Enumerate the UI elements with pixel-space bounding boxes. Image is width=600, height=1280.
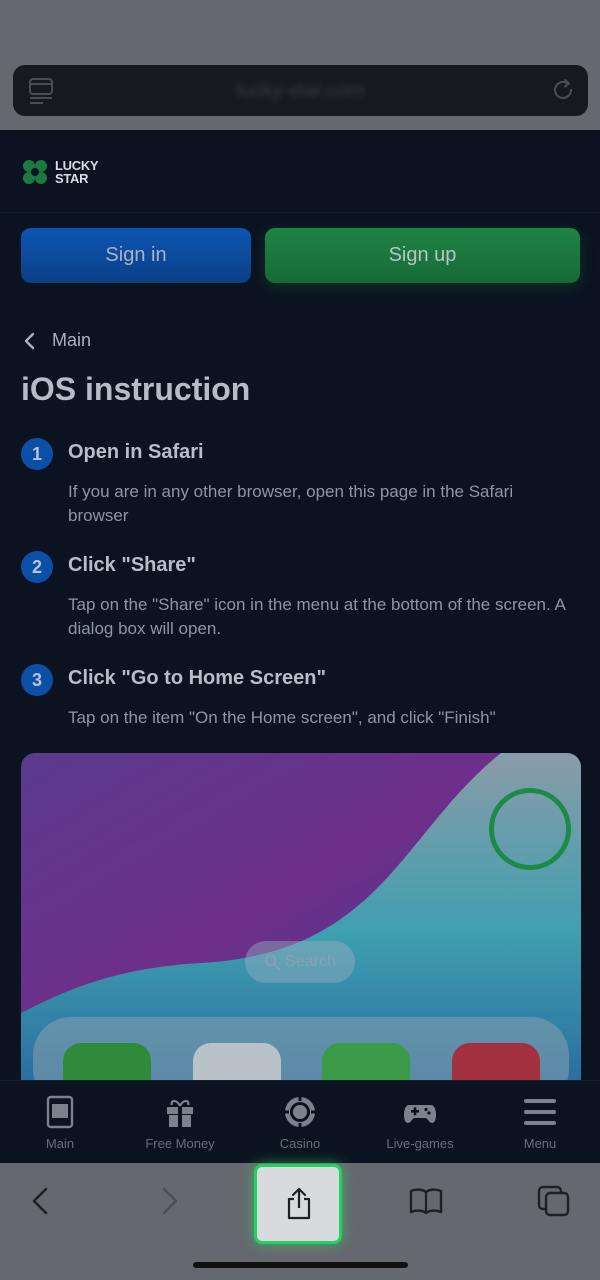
gamepad-icon — [404, 1105, 436, 1123]
share-button[interactable] — [254, 1164, 342, 1244]
search-icon — [264, 954, 281, 970]
step-heading: Open in Safari — [68, 441, 204, 463]
breadcrumb[interactable]: Main — [22, 330, 91, 351]
logo-text: LUCKY STAR — [55, 158, 99, 186]
step-number: 2 — [21, 551, 53, 583]
music-app-icon — [452, 1043, 540, 1080]
breadcrumb-label: Main — [52, 330, 92, 350]
site-logo[interactable]: LUCKY STAR — [20, 156, 99, 188]
back-icon[interactable] — [30, 1187, 50, 1215]
step-heading: Click "Go to Home Screen" — [68, 667, 326, 689]
site-header: LUCKY STAR — [0, 130, 600, 213]
nav-item-free-money[interactable]: Free Money — [120, 1081, 240, 1164]
url-text[interactable]: lucky-star.com — [13, 80, 588, 103]
home-indicator — [193, 1262, 408, 1268]
sign-up-button[interactable]: Sign up — [265, 228, 580, 283]
nav-item-casino[interactable]: Casino — [240, 1081, 360, 1164]
messages-app-icon — [322, 1043, 410, 1080]
nav-item-menu[interactable]: Menu — [480, 1081, 600, 1164]
gift-icon — [167, 1099, 193, 1127]
step-number: 3 — [21, 664, 53, 696]
highlight-ring — [489, 788, 571, 870]
clover-logo-icon — [23, 160, 47, 184]
main-icon — [46, 1095, 74, 1129]
step-heading: Click "Share" — [68, 554, 196, 576]
reload-icon[interactable] — [550, 77, 576, 103]
search-label: Search — [285, 953, 336, 970]
step-description: Tap on the item "On the Home screen", an… — [68, 708, 496, 727]
forward-icon[interactable] — [160, 1187, 180, 1215]
home-search-pill: Search — [245, 941, 355, 983]
hamburger-icon — [524, 1099, 556, 1125]
tabs-icon[interactable] — [537, 1185, 571, 1217]
address-bar[interactable]: lucky-star.com — [13, 65, 588, 116]
site-bottom-nav: Main Free Money Casino Live-games Menu — [0, 1080, 600, 1163]
step-number: 1 — [21, 438, 53, 470]
sign-in-button[interactable]: Sign in — [21, 228, 251, 283]
phone-app-icon — [63, 1043, 151, 1080]
share-icon — [287, 1187, 311, 1220]
step-description: If you are in any other browser, open th… — [68, 482, 514, 525]
safari-app-icon — [193, 1043, 281, 1080]
home-screen-illustration: Search — [21, 753, 581, 1080]
step-description: Tap on the "Share" icon in the menu at t… — [68, 595, 565, 638]
browser-top-bar: lucky-star.com — [0, 0, 600, 130]
nav-item-live-games[interactable]: Live-games — [360, 1081, 480, 1164]
chevron-left-icon — [24, 332, 35, 349]
bookmarks-icon[interactable] — [408, 1187, 444, 1215]
nav-item-main[interactable]: Main — [0, 1081, 120, 1164]
chip-icon — [284, 1096, 316, 1128]
page-title: iOS instruction — [21, 371, 251, 407]
